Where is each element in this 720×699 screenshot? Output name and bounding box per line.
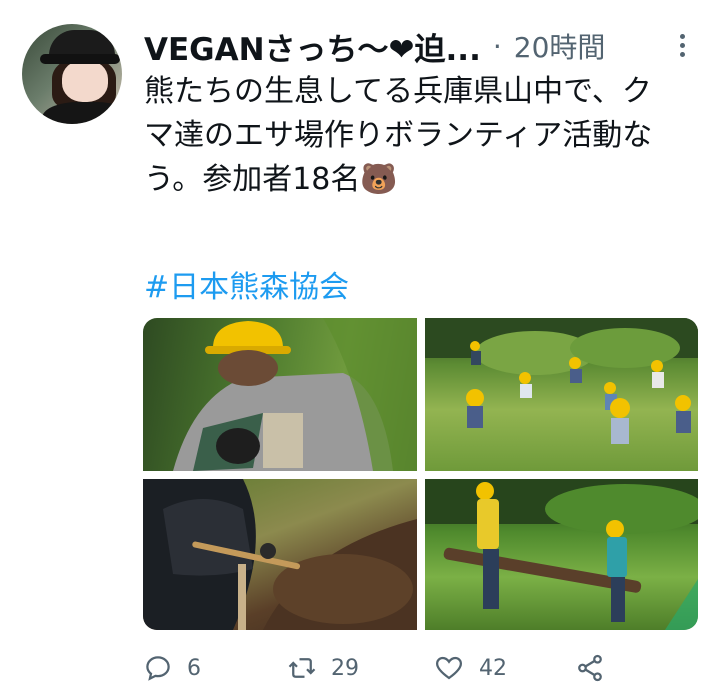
tweet-header: VEGANさっち〜❤迫... · 20時間: [144, 24, 606, 69]
retweet-button[interactable]: 29: [287, 648, 359, 688]
media-photo-4[interactable]: [425, 479, 698, 630]
hashtag-link[interactable]: #日本熊森協会: [144, 262, 349, 306]
tweet-text: 熊たちの生息してる兵庫県山中で、クマ達のエサ場作りボランティア活動なう。参加者1…: [144, 70, 664, 202]
avatar[interactable]: [22, 24, 122, 124]
timestamp[interactable]: 20時間: [514, 26, 606, 66]
separator: ·: [492, 29, 502, 63]
retweet-count: 29: [331, 655, 359, 681]
heart-icon: [435, 656, 463, 680]
reply-count: 6: [187, 655, 201, 681]
display-name[interactable]: VEGANさっち〜❤迫...: [144, 24, 481, 69]
reply-icon: [146, 656, 170, 681]
tweet-actions: 6 29 42: [143, 648, 703, 688]
reply-button[interactable]: 6: [143, 648, 201, 688]
more-options-icon[interactable]: [672, 28, 692, 62]
like-button[interactable]: 42: [433, 648, 507, 688]
share-button[interactable]: [575, 648, 605, 688]
photo-carrying-log-icon: [425, 479, 698, 630]
photo-volunteer-back-hardhat-icon: [173, 318, 417, 471]
share-icon: [578, 654, 602, 682]
media-photo-3[interactable]: [143, 479, 417, 630]
bear-emoji: 🐻: [360, 162, 398, 197]
like-count: 42: [479, 655, 507, 681]
media-photo-2[interactable]: [425, 318, 698, 471]
photo-volunteers-field-icon: [425, 318, 698, 444]
media-photo-1[interactable]: [143, 318, 417, 471]
media-grid: [143, 318, 698, 630]
photo-digging-soil-icon: [143, 479, 417, 630]
tweet-text-content: 熊たちの生息してる兵庫県山中で、クマ達のエサ場作りボランティア活動なう。参加者1…: [144, 74, 653, 197]
retweet-icon: [288, 658, 316, 678]
